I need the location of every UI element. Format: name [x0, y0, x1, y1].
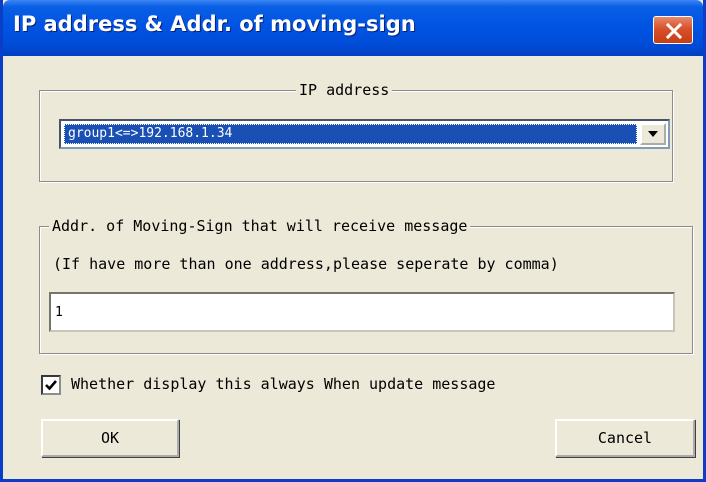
dropdown-button[interactable] [640, 123, 666, 145]
combo-selection: group1<=>192.168.1.34 [64, 124, 637, 144]
cancel-button[interactable]: Cancel [555, 419, 695, 457]
address-hint: (If have more than one address,please se… [53, 255, 559, 273]
close-button[interactable] [653, 16, 693, 44]
moving-sign-address-legend: Addr. of Moving-Sign that will receive m… [49, 217, 471, 235]
ip-address-legend: IP address [296, 81, 393, 99]
address-input[interactable] [49, 292, 675, 332]
close-icon [666, 23, 682, 39]
always-display-label[interactable]: Whether display this always When update … [71, 375, 495, 393]
ok-button[interactable]: OK [41, 419, 179, 457]
chevron-down-icon [648, 131, 658, 137]
combo-value: group1<=>192.168.1.34 [68, 126, 233, 141]
ip-address-combobox[interactable]: group1<=>192.168.1.34 [59, 119, 670, 149]
always-display-checkbox[interactable] [41, 375, 61, 395]
window-title: IP address & Addr. of moving-sign [13, 12, 416, 36]
dialog-window: IP address & Addr. of moving-sign IP add… [0, 0, 706, 482]
checkmark-icon [45, 380, 57, 391]
title-bar[interactable]: IP address & Addr. of moving-sign [3, 0, 703, 56]
moving-sign-address-group [39, 226, 693, 354]
